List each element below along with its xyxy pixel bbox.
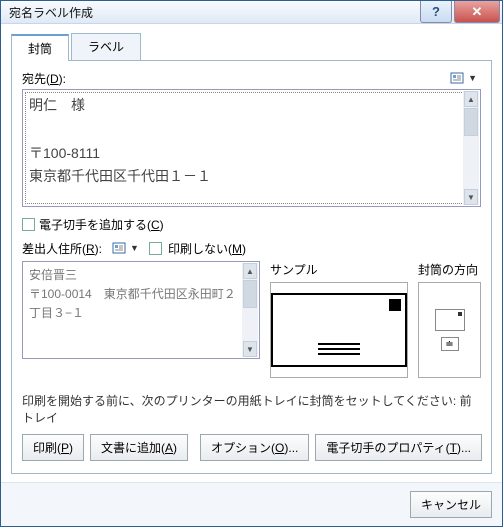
estamp-checkbox[interactable] bbox=[22, 218, 35, 231]
scroll-thumb[interactable] bbox=[464, 108, 478, 136]
sample-preview[interactable] bbox=[270, 282, 408, 378]
address-book-icon bbox=[450, 71, 466, 85]
stamp-icon bbox=[389, 299, 401, 311]
orientation-envelope-icon bbox=[435, 309, 465, 331]
recipient-label: 宛先(D): bbox=[22, 70, 446, 87]
middle-section: 安倍晋三 〒100-0014 東京都千代田区永田町２丁目３−１ ▲ ▼ サンプル bbox=[22, 261, 481, 378]
orientation-header: 封筒の方向 bbox=[418, 261, 481, 278]
orientation-group: 封筒の方向 ≐ bbox=[418, 261, 481, 378]
dialog-footer: キャンセル bbox=[1, 482, 502, 526]
sender-column: 安倍晋三 〒100-0014 東京都千代田区永田町２丁目３−１ ▲ ▼ bbox=[22, 261, 260, 378]
estamp-label: 電子切手を追加する(C) bbox=[39, 216, 164, 233]
scroll-down-icon[interactable]: ▼ bbox=[464, 189, 478, 205]
titlebar-buttons: ? ✕ bbox=[420, 1, 502, 23]
scroll-thumb[interactable] bbox=[243, 280, 257, 308]
cancel-button[interactable]: キャンセル bbox=[410, 491, 492, 518]
address-book-dropdown[interactable]: ▼ bbox=[446, 69, 481, 87]
envelope-icon bbox=[271, 293, 407, 367]
scrollbar[interactable]: ▲ ▼ bbox=[242, 263, 258, 357]
sender-textarea-wrap: 安倍晋三 〒100-0014 東京都千代田区永田町２丁目３−１ ▲ ▼ bbox=[22, 261, 260, 359]
window-title: 宛名ラベル作成 bbox=[9, 4, 420, 21]
recipient-textarea[interactable]: 明仁 様 〒100-8111 東京都千代田区千代田１－１ bbox=[23, 90, 480, 206]
estamp-row: 電子切手を追加する(C) bbox=[22, 216, 481, 233]
address-lines-icon bbox=[318, 343, 360, 355]
help-button[interactable]: ? bbox=[420, 1, 452, 23]
tab-envelope[interactable]: 封筒 bbox=[11, 34, 69, 61]
noprint-label: 印刷しない(M) bbox=[168, 240, 246, 257]
sender-label-row: 差出人住所(R): ▼ 印刷しない(M) bbox=[22, 239, 481, 257]
estamp-properties-button[interactable]: 電子切手のプロパティ(T)... bbox=[315, 434, 482, 461]
feed-direction-icon: ≐ bbox=[441, 337, 459, 351]
chevron-down-icon: ▼ bbox=[130, 243, 139, 253]
scroll-up-icon[interactable]: ▲ bbox=[243, 263, 257, 279]
printer-note: 印刷を開始する前に、次のプリンターの用紙トレイに封筒をセットしてください: 前ト… bbox=[22, 392, 481, 426]
options-button[interactable]: オプション(O)... bbox=[200, 434, 309, 461]
noprint-checkbox[interactable] bbox=[149, 242, 162, 255]
tab-panel-envelope: 宛先(D): ▼ 明仁 様 〒100-8111 東京都千代田区千代田１－１ ▲ … bbox=[11, 60, 492, 474]
scroll-down-icon[interactable]: ▼ bbox=[243, 341, 257, 357]
sender-label: 差出人住所(R): bbox=[22, 240, 102, 257]
print-button[interactable]: 印刷(P) bbox=[22, 434, 84, 461]
sample-header: サンプル bbox=[270, 261, 408, 278]
close-button[interactable]: ✕ bbox=[454, 1, 500, 23]
orientation-preview[interactable]: ≐ bbox=[418, 282, 481, 378]
chevron-down-icon: ▼ bbox=[468, 73, 477, 83]
content-area: 封筒 ラベル 宛先(D): ▼ 明仁 様 〒100-8111 東京都千代田区千代… bbox=[1, 24, 502, 482]
recipient-textarea-wrap: 明仁 様 〒100-8111 東京都千代田区千代田１－１ ▲ ▼ bbox=[22, 89, 481, 207]
scroll-up-icon[interactable]: ▲ bbox=[464, 91, 478, 107]
tab-label[interactable]: ラベル bbox=[71, 33, 141, 60]
sender-textarea[interactable]: 安倍晋三 〒100-0014 東京都千代田区永田町２丁目３−１ bbox=[23, 262, 259, 358]
tab-strip: 封筒 ラベル bbox=[11, 33, 492, 60]
sender-address-book-dropdown[interactable]: ▼ bbox=[108, 239, 143, 257]
add-to-document-button[interactable]: 文書に追加(A) bbox=[90, 434, 188, 461]
scrollbar[interactable]: ▲ ▼ bbox=[463, 91, 479, 205]
address-book-icon bbox=[112, 241, 128, 255]
recipient-label-row: 宛先(D): ▼ bbox=[22, 69, 481, 87]
titlebar: 宛名ラベル作成 ? ✕ bbox=[1, 1, 502, 24]
sample-group: サンプル bbox=[270, 261, 408, 378]
button-row: 印刷(P) 文書に追加(A) オプション(O)... 電子切手のプロパティ(T)… bbox=[22, 434, 481, 461]
dialog-window: 宛名ラベル作成 ? ✕ 封筒 ラベル 宛先(D): ▼ bbox=[0, 0, 503, 527]
